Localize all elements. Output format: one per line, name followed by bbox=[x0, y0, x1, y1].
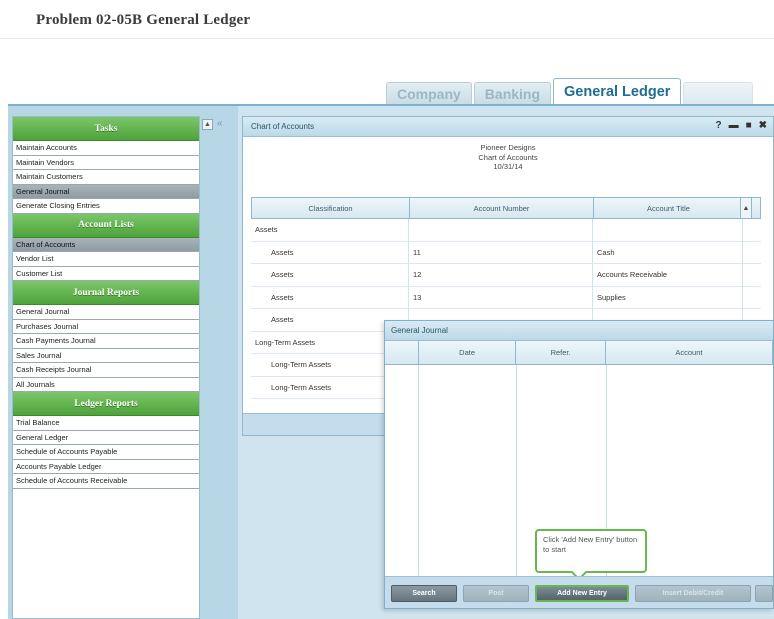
tab-purchases[interactable] bbox=[683, 82, 754, 104]
col-date[interactable]: Date bbox=[419, 341, 517, 364]
col-classification[interactable]: Classification bbox=[252, 198, 410, 218]
table-row[interactable]: Assets bbox=[251, 219, 761, 242]
sidebar-item-accounts-payable-ledger[interactable]: Accounts Payable Ledger bbox=[13, 459, 199, 474]
col-reference[interactable]: Refer. bbox=[516, 341, 606, 364]
cell-classification: Assets bbox=[251, 264, 409, 286]
add-entry-tooltip: Click 'Add New Entry' button to start bbox=[535, 529, 647, 573]
sidebar-item-schedule-accounts-receivable[interactable]: Schedule of Accounts Receivable bbox=[13, 474, 199, 489]
sidebar-item-cash-receipts-journal[interactable]: Cash Receipts Journal bbox=[13, 363, 199, 378]
sidebar-item-trial-balance[interactable]: Trial Balance bbox=[13, 416, 199, 431]
sidebar-item-customer-list[interactable]: Customer List bbox=[13, 266, 199, 281]
table-row[interactable]: Assets 11 Cash bbox=[251, 241, 761, 264]
search-button[interactable]: Search bbox=[391, 585, 457, 602]
task-sidebar: Tasks Maintain Accounts Maintain Vendors… bbox=[12, 116, 200, 619]
sidebar-item-maintain-accounts[interactable]: Maintain Accounts bbox=[13, 141, 199, 156]
report-date: 10/31/14 bbox=[493, 162, 523, 171]
section-header-journal-reports: Journal Reports bbox=[13, 281, 199, 305]
title-divider bbox=[0, 38, 774, 39]
table-scroll-up-icon[interactable]: ▲ bbox=[740, 197, 752, 219]
accounts-table-header: Classification Account Number Account Ti… bbox=[251, 197, 761, 219]
gj-title: General Journal bbox=[385, 321, 773, 341]
cell-number: 12 bbox=[409, 264, 593, 286]
sidebar-item-all-journals[interactable]: All Journals bbox=[13, 377, 199, 392]
col-account-title[interactable]: Account Title bbox=[594, 198, 744, 218]
more-button[interactable] bbox=[755, 585, 773, 602]
cell-number: 11 bbox=[409, 241, 593, 263]
section-header-tasks: Tasks bbox=[13, 117, 199, 141]
sidebar-item-general-journal[interactable]: General Journal bbox=[13, 184, 199, 199]
sidebar-item-maintain-vendors[interactable]: Maintain Vendors bbox=[13, 155, 199, 170]
close-icon[interactable]: ✖ bbox=[759, 120, 767, 131]
sidebar-item-cash-payments-journal[interactable]: Cash Payments Journal bbox=[13, 334, 199, 349]
section-header-ledger-reports: Ledger Reports bbox=[13, 392, 199, 416]
cell-title: Accounts Receivable bbox=[593, 264, 743, 286]
section-header-account-lists: Account Lists bbox=[13, 213, 199, 238]
column-rule bbox=[419, 365, 517, 577]
col-select bbox=[385, 341, 419, 364]
maximize-icon[interactable]: ■ bbox=[746, 120, 752, 131]
col-account-number[interactable]: Account Number bbox=[410, 198, 594, 218]
column-rule bbox=[385, 365, 419, 577]
tab-company[interactable]: Company bbox=[386, 82, 472, 104]
cell-classification: Assets bbox=[251, 286, 409, 308]
sidebar-item-general-ledger[interactable]: General Ledger bbox=[13, 430, 199, 445]
minimize-icon[interactable]: ▬ bbox=[729, 120, 739, 131]
col-account[interactable]: Account bbox=[606, 341, 773, 364]
gj-footer: Search Post Add New Entry Insert Debit/C… bbox=[385, 576, 773, 608]
report-name: Chart of Accounts bbox=[478, 152, 538, 162]
table-row[interactable]: Assets 13 Supplies bbox=[251, 286, 761, 309]
cell-title: Supplies bbox=[593, 286, 743, 308]
report-header: Pioneer Designs Chart of Accounts 10/31/… bbox=[243, 137, 773, 199]
company-name: Pioneer Designs bbox=[480, 143, 536, 152]
add-new-entry-button[interactable]: Add New Entry bbox=[535, 585, 629, 602]
cell-classification: Assets bbox=[251, 219, 409, 241]
cell-title bbox=[593, 219, 743, 241]
cell-classification: Assets bbox=[251, 241, 409, 263]
help-icon[interactable]: ? bbox=[715, 120, 721, 131]
coa-titlebar: Chart of Accounts ? ▬ ■ ✖ bbox=[243, 117, 773, 137]
table-row[interactable]: Assets 12 Accounts Receivable bbox=[251, 264, 761, 287]
coa-title: Chart of Accounts bbox=[251, 122, 315, 131]
sidebar-item-general-journal-report[interactable]: General Journal bbox=[13, 305, 199, 320]
general-journal-panel: General Journal Date Refer. Account Clic… bbox=[384, 320, 774, 609]
cell-number: 13 bbox=[409, 286, 593, 308]
sidebar-item-purchases-journal[interactable]: Purchases Journal bbox=[13, 319, 199, 334]
sidebar-item-vendor-list[interactable]: Vendor List bbox=[13, 252, 199, 267]
cell-title: Cash bbox=[593, 241, 743, 263]
sidebar-item-generate-closing-entries[interactable]: Generate Closing Entries bbox=[13, 199, 199, 214]
sidebar-item-schedule-accounts-payable[interactable]: Schedule of Accounts Payable bbox=[13, 445, 199, 460]
sidebar-item-chart-of-accounts[interactable]: Chart of Accounts bbox=[13, 237, 199, 252]
journal-table-header: Date Refer. Account bbox=[385, 341, 773, 365]
tab-general-ledger[interactable]: General Ledger bbox=[553, 78, 682, 104]
insert-debit-credit-button[interactable]: Insert Debit/Credit bbox=[635, 585, 751, 602]
sidebar-collapse-icon[interactable]: « bbox=[217, 118, 223, 129]
module-tabs: Company Banking General Ledger bbox=[386, 78, 755, 104]
sidebar-scroll-up-icon[interactable]: ▲ bbox=[202, 119, 213, 130]
tab-banking[interactable]: Banking bbox=[473, 82, 552, 104]
sidebar-item-maintain-customers[interactable]: Maintain Customers bbox=[13, 170, 199, 185]
post-button[interactable]: Post bbox=[463, 585, 529, 602]
coa-window-controls: ? ▬ ■ ✖ bbox=[715, 120, 767, 131]
sidebar-item-sales-journal[interactable]: Sales Journal bbox=[13, 348, 199, 363]
page-title: Problem 02-05B General Ledger bbox=[36, 12, 251, 28]
cell-number bbox=[409, 219, 593, 241]
